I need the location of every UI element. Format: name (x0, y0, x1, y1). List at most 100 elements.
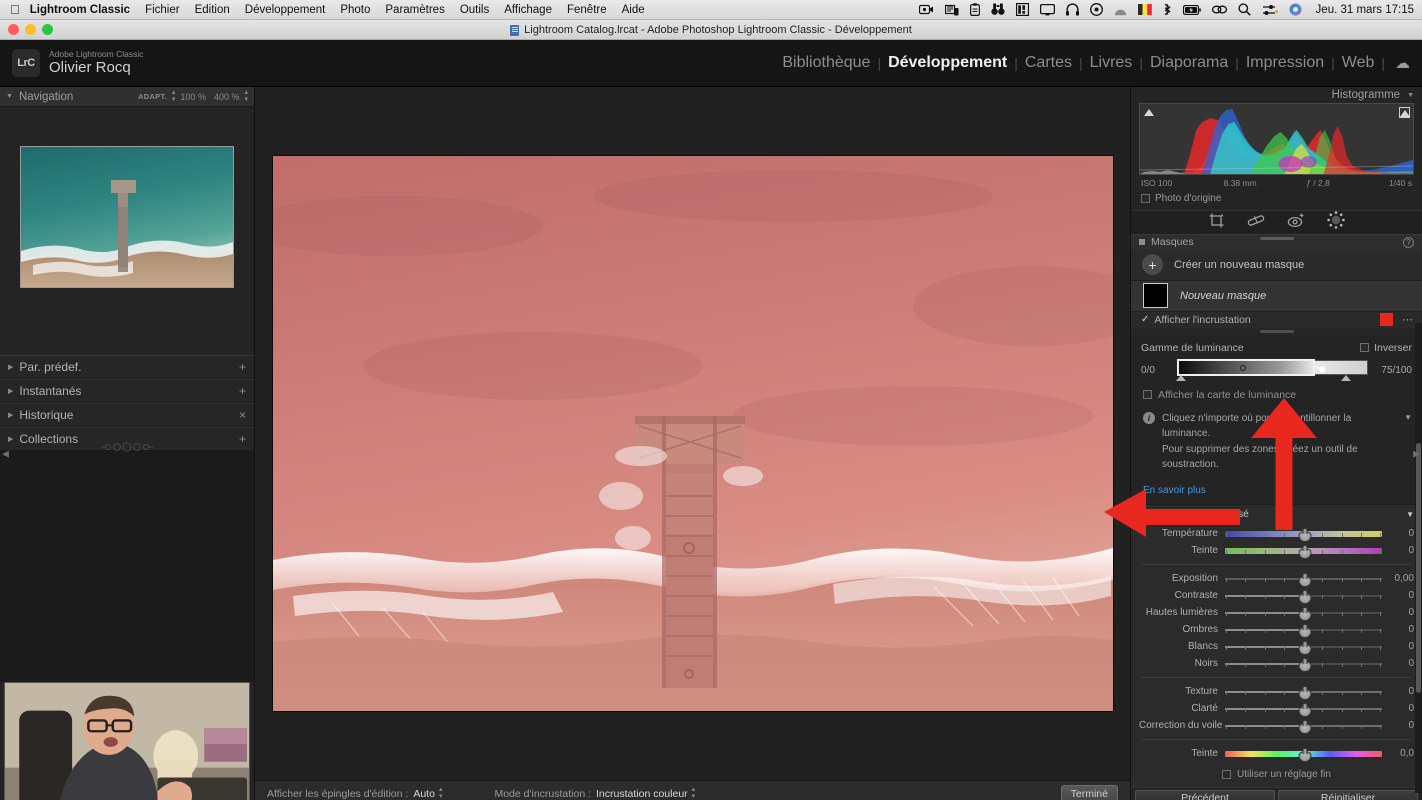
belgium-flag-icon[interactable] (1137, 4, 1152, 15)
slider-knob[interactable] (1298, 589, 1311, 604)
slider-knob[interactable] (1298, 719, 1311, 734)
battery-icon[interactable] (1182, 4, 1201, 15)
slider-value[interactable]: 0 (1382, 624, 1414, 635)
menu-item-parametres[interactable]: Paramètres (385, 4, 444, 16)
edit-pins-dropdown-icon[interactable]: ▴ ▾ (439, 786, 443, 800)
navigator-header[interactable]: ▼ Navigation ADAPT. ▴ ▾ 100 % 400 % ▴ ▾ (0, 87, 254, 107)
arc-icon[interactable] (1114, 3, 1127, 16)
sidebar-item-history[interactable]: ▶ Historique × (0, 403, 254, 427)
control-center-icon[interactable] (1262, 4, 1278, 16)
chevron-right-icon[interactable]: ▶ (8, 387, 13, 395)
show-overlay-row[interactable]: ✓ Afficher l'incrustation ⋯ (1131, 311, 1422, 328)
plus-icon[interactable]: + (239, 360, 246, 374)
menu-item-fichier[interactable]: Fichier (145, 4, 180, 16)
image-canvas[interactable] (255, 87, 1130, 780)
info-collapse-icon[interactable]: ▼ (1404, 413, 1412, 473)
zoom-fit-label[interactable]: ADAPT. (135, 92, 170, 101)
zoom-100-label[interactable]: 100 % (177, 92, 209, 102)
menu-item-fenetre[interactable]: Fenêtre (567, 4, 607, 16)
slider-highlights[interactable]: Hautes lumières 0 (1139, 604, 1414, 621)
checkbox-icon[interactable] (1360, 343, 1370, 353)
spot-removal-icon[interactable] (1247, 213, 1265, 232)
menu-clock[interactable]: Jeu. 31 mars 17:15 (1316, 4, 1414, 16)
slider-value[interactable]: 0 (1382, 590, 1414, 601)
slider-track[interactable] (1225, 655, 1382, 672)
display-icon[interactable] (1039, 3, 1055, 16)
slider-texture[interactable]: Texture 0 (1139, 683, 1414, 700)
sidebar-item-snapshots[interactable]: ▶ Instantanés + (0, 379, 254, 403)
invert-toggle[interactable]: Inverser (1360, 342, 1412, 354)
module-impression[interactable]: Impression (1239, 54, 1331, 72)
mask-name[interactable]: Nouveau masque (1180, 290, 1266, 302)
slider-temperature[interactable]: Température 0 (1139, 525, 1414, 542)
menu-item-developpement[interactable]: Développement (245, 4, 326, 16)
slider-track[interactable] (1225, 570, 1382, 587)
chevron-right-icon[interactable]: ▶ (8, 435, 13, 443)
maximize-window-button[interactable] (42, 24, 53, 35)
clipboard-icon[interactable] (969, 3, 980, 16)
slider-track[interactable] (1225, 745, 1382, 762)
plus-icon[interactable]: + (1142, 254, 1163, 276)
window-controls[interactable] (8, 24, 53, 35)
ellipsis-icon[interactable]: ⋯ (1402, 313, 1414, 326)
cloud-icon[interactable]: ☁ (1395, 54, 1410, 72)
fine-tune-row[interactable]: Utiliser un réglage fin (1139, 762, 1414, 783)
slider-track[interactable] (1225, 700, 1382, 717)
search-icon[interactable] (1237, 3, 1251, 16)
identity-plate[interactable]: LrC Adobe Lightroom Classic Olivier Rocq (0, 49, 144, 77)
module-bibliotheque[interactable]: Bibliothèque (775, 54, 877, 72)
slider-value[interactable]: 0,0 (1382, 748, 1414, 759)
left-panel-collapse-arrow[interactable]: ◀ (2, 448, 9, 459)
slider-knob[interactable] (1298, 640, 1311, 655)
luminance-midpoint-handle[interactable] (1240, 364, 1247, 371)
slider-knob[interactable] (1298, 544, 1311, 559)
slider-knob[interactable] (1298, 685, 1311, 700)
help-icon[interactable]: ? (1403, 236, 1414, 248)
stats-icon[interactable] (1015, 3, 1029, 16)
slider-value[interactable]: 0 (1382, 641, 1414, 652)
menu-app-name[interactable]: Lightroom Classic (30, 4, 130, 16)
create-new-mask-button[interactable]: + Créer un nouveau masque (1131, 249, 1422, 281)
effect-preset-row[interactable]: Effet : Personnalisé ▼ (1139, 505, 1414, 525)
slider-track[interactable] (1225, 525, 1382, 542)
luminance-range-slider-row[interactable]: 0/0 ☚ 75/100 (1141, 358, 1412, 382)
slider-shadows[interactable]: Ombres 0 (1139, 621, 1414, 638)
binoculars-icon[interactable] (990, 3, 1005, 16)
menu-item-aide[interactable]: Aide (622, 4, 645, 16)
module-cartes[interactable]: Cartes (1018, 54, 1079, 72)
mask-list-item[interactable]: Nouveau masque (1131, 280, 1422, 312)
red-eye-icon[interactable] (1287, 213, 1305, 233)
navigator-thumbnail[interactable] (20, 146, 234, 288)
slider-track[interactable] (1225, 621, 1382, 638)
mask-thumbnail[interactable] (1143, 283, 1168, 309)
masks-panel-header[interactable]: Masques ? (1131, 234, 1422, 250)
slider-track[interactable] (1225, 638, 1382, 655)
plus-icon[interactable]: + (239, 432, 246, 446)
screen-record-icon[interactable] (918, 4, 934, 15)
slider-knob[interactable] (1298, 527, 1311, 542)
scrollbar-thumb[interactable] (1416, 443, 1421, 693)
show-luminance-map-row[interactable]: Afficher la carte de luminance (1141, 382, 1412, 401)
luminance-range-track[interactable]: ☚ (1176, 358, 1368, 382)
luminance-lower-falloff-handle[interactable] (1176, 374, 1186, 381)
chevron-down-icon[interactable]: ▼ (6, 93, 13, 100)
panel-switch-icon[interactable] (1139, 239, 1145, 246)
right-panel-scrollbar[interactable] (1415, 323, 1422, 793)
close-icon[interactable]: × (239, 408, 246, 422)
cloud-sync-icon[interactable] (1211, 4, 1227, 15)
highlight-clipping-indicator[interactable] (1399, 107, 1410, 119)
checkmark-icon[interactable]: ✓ (1141, 314, 1149, 325)
original-photo-toggle[interactable]: Photo d'origine (1131, 188, 1422, 210)
checkbox-icon[interactable] (1141, 194, 1150, 204)
masking-icon[interactable] (1327, 211, 1345, 234)
slider-value[interactable]: 0 (1382, 607, 1414, 618)
overlay-mode-value[interactable]: Incrustation couleur (596, 788, 688, 800)
module-developpement[interactable]: Développement (881, 54, 1014, 72)
luminance-upper-falloff-handle[interactable] (1341, 374, 1352, 381)
slider-knob[interactable] (1298, 657, 1311, 672)
slider-track[interactable] (1225, 542, 1382, 559)
slider-track[interactable] (1225, 604, 1382, 621)
slider-track[interactable] (1225, 683, 1382, 700)
slider-track[interactable] (1225, 587, 1382, 604)
right-panel-collapse-arrow[interactable]: ▶ (1413, 448, 1420, 459)
